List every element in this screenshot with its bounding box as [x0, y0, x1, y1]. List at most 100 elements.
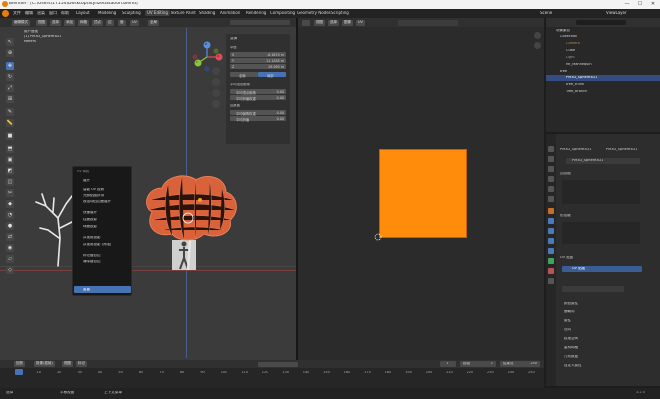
annotate-tool-icon[interactable]: ✎	[6, 108, 14, 116]
edge-slide-tool-icon[interactable]: ⇄	[6, 233, 14, 241]
orientation-selector[interactable]: 全局	[148, 19, 159, 26]
scale-tool-icon[interactable]: ⤢	[6, 84, 14, 92]
uv-editor[interactable]: 视图 选择 图像 UV	[298, 18, 544, 360]
bare-tree-object[interactable]	[28, 178, 78, 268]
crease-field-1[interactable]: 平均顶点倒角 0.00	[230, 89, 286, 95]
section-normals[interactable]: 法向	[564, 328, 571, 332]
outliner-row[interactable]: Mr_Mannequin	[566, 63, 592, 67]
menu-item-smart-uv[interactable]: 智能 UV 投射	[83, 188, 104, 192]
pan-hand-icon[interactable]	[212, 78, 220, 86]
outliner-search-input[interactable]	[576, 20, 626, 25]
tab-modeling[interactable]: Modeling	[98, 11, 116, 15]
spin-tool-icon[interactable]: ◔	[6, 211, 14, 219]
outliner-row[interactable]: Camera	[566, 42, 580, 46]
particles-tab-icon[interactable]	[548, 228, 554, 234]
local-toggle[interactable]: 局部	[258, 72, 286, 78]
output-tab-icon[interactable]	[548, 166, 554, 172]
transform-tool-icon[interactable]: ⊞	[6, 95, 14, 103]
inset-tool-icon[interactable]: ▣	[6, 156, 14, 164]
menu-add[interactable]: 添加	[64, 19, 75, 26]
outliner[interactable]: 场景集合 Collection Camera Cube Light Mr_Man…	[546, 18, 660, 132]
menu-vertex[interactable]: 顶点	[92, 19, 103, 26]
section-attributes[interactable]: 属性	[564, 319, 571, 323]
mode-selector[interactable]: 编辑模式	[12, 19, 30, 26]
menu-item-follow-quads[interactable]: 按活动四边面展开	[83, 200, 111, 204]
current-frame-field[interactable]: 1	[440, 361, 456, 367]
menu-file[interactable]: 文件	[13, 11, 21, 15]
maximize-button[interactable]: ☐	[635, 1, 645, 8]
mesh-name-field[interactable]: PM3D_Sphere3D1	[566, 158, 640, 164]
view-layer-tab-icon[interactable]	[548, 176, 554, 182]
menu-edit[interactable]: 编辑	[25, 11, 33, 15]
scene-tab-icon[interactable]	[548, 186, 554, 192]
measure-tool-icon[interactable]: 📏	[6, 119, 14, 127]
tab-compositing[interactable]: Compositing	[270, 11, 295, 15]
add-cube-tool-icon[interactable]: ■	[6, 132, 14, 140]
menu-item-reset[interactable]: 重置	[74, 286, 131, 293]
close-button[interactable]: ✕	[648, 1, 658, 8]
tool-tab-icon[interactable]	[548, 146, 554, 152]
section-texture-space[interactable]: 纹理空间	[564, 337, 578, 341]
playhead[interactable]	[15, 369, 23, 375]
rip-tool-icon[interactable]: ◇	[6, 266, 14, 274]
shear-tool-icon[interactable]: ▱	[6, 255, 14, 263]
section-color-attributes[interactable]: 颜色属性	[564, 302, 578, 306]
timeline-ruler[interactable]: 0102030405060708090100110120130140150160…	[0, 369, 544, 377]
tab-geometry-nodes[interactable]: Geometry Nodes	[297, 11, 331, 15]
menu-mesh[interactable]: 网格	[78, 19, 89, 26]
bevel-tool-icon[interactable]: ◩	[6, 167, 14, 175]
uv-menu-select[interactable]: 选择	[328, 19, 339, 26]
playback-menu[interactable]: 回放	[14, 361, 25, 367]
tab-sculpting[interactable]: Sculpting	[122, 11, 141, 15]
menu-item-unwrap[interactable]: 展开	[83, 179, 90, 183]
uv-map-item[interactable]: UV 贴图	[562, 266, 642, 272]
rotate-tool-icon[interactable]: ↻	[6, 73, 14, 81]
knife-tool-icon[interactable]: ✂	[6, 189, 14, 197]
coord-x-field[interactable]: X -6.1674 m	[230, 52, 286, 57]
crease-field-2[interactable]: 平均折痕权重 0.00	[230, 95, 286, 101]
constraints-tab-icon[interactable]	[548, 248, 554, 254]
properties-editor[interactable]: PM3D_Sphere3D1 PM3D_Sphere3D1 PM3D_Spher…	[546, 134, 660, 386]
shrink-fatten-tool-icon[interactable]: ◉	[6, 244, 14, 252]
3d-viewport[interactable]: 编辑模式 视图 选择 添加 网格 顶点 边 面 UV 全局 用户透视 (1) P…	[0, 18, 296, 360]
smooth-tool-icon[interactable]: ●	[6, 222, 14, 230]
tab-shading[interactable]: Shading	[199, 11, 215, 15]
modifier-tab-icon[interactable]	[548, 218, 554, 224]
vertex-groups-header[interactable]: 顶点组	[560, 172, 571, 176]
uv-zoom-icon[interactable]	[534, 32, 541, 39]
world-tab-icon[interactable]	[548, 196, 554, 202]
menu-item-mark-seam[interactable]: 标记缝合边	[83, 254, 101, 258]
2d-cursor-icon[interactable]	[374, 233, 382, 241]
menu-help[interactable]: 帮助	[61, 11, 69, 15]
section-geometry-data[interactable]: 几何数据	[564, 355, 578, 359]
menu-item-project-view[interactable]: 从视角投影	[83, 236, 101, 240]
global-toggle[interactable]: 全局	[230, 72, 258, 78]
uv-pan-icon[interactable]	[534, 42, 541, 49]
menu-item-cylinder[interactable]: 柱面投影	[83, 218, 97, 222]
image-selector[interactable]	[398, 19, 458, 26]
menu-item-sphere[interactable]: 球面投影	[83, 225, 97, 229]
zoom-icon[interactable]	[212, 67, 220, 75]
vertex-groups-list[interactable]	[562, 180, 640, 204]
keying-menu[interactable]: 抠像(插帧)	[34, 361, 55, 367]
cursor-tool-icon[interactable]: ⊕	[6, 49, 14, 57]
coord-z-field[interactable]: Z 29.095 m	[230, 64, 286, 69]
material-tab-icon[interactable]	[548, 268, 554, 274]
end-frame-field[interactable]: 结束点 250	[500, 361, 540, 367]
timeline[interactable]: 回放 抠像(插帧) 视图 标记 1 起始 1 结束点 250 010203040…	[0, 360, 544, 388]
outliner-row[interactable]: Tree_branch	[566, 90, 587, 94]
menu-view[interactable]: 视图	[36, 19, 47, 26]
view-layer-selector[interactable]: ViewLayer	[606, 11, 627, 15]
edge-field-1[interactable]: 平均倒角权重 0.00	[230, 110, 286, 116]
outliner-row[interactable]: tree_trunk	[566, 83, 584, 87]
coord-y-field[interactable]: Y 11.1285 m	[230, 58, 286, 63]
menu-face[interactable]: 面	[118, 19, 126, 26]
section-custom-properties[interactable]: 自定义属性	[564, 364, 582, 368]
uv-menu-uv[interactable]: UV	[356, 19, 365, 26]
outliner-row[interactable]: Light	[566, 56, 575, 60]
tree-foliage-object[interactable]	[138, 170, 242, 280]
menu-select[interactable]: 选择	[50, 19, 61, 26]
uv-maps-header[interactable]: UV 贴图	[560, 256, 573, 260]
edge-field-2[interactable]: 平均折痕 0.00	[230, 116, 286, 122]
outliner-row-selected[interactable]: PM3D_Sphere3D1	[546, 75, 660, 81]
